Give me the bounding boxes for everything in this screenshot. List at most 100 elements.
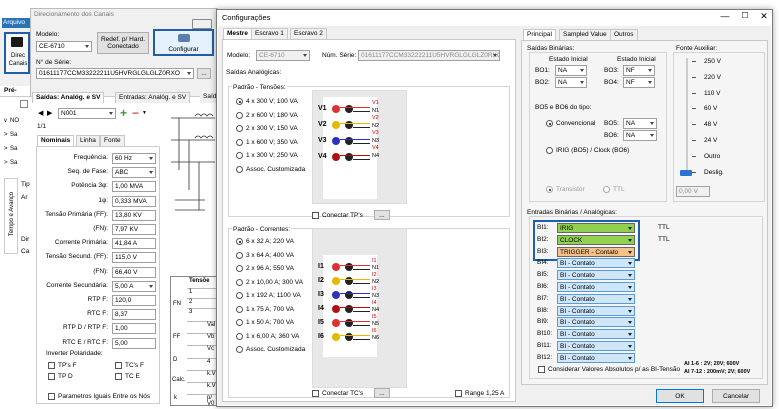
fonte-value-field[interactable]: 0,00 V <box>676 186 710 197</box>
considerar-check[interactable] <box>538 366 545 373</box>
inv-tp-d-check[interactable] <box>48 373 55 380</box>
tensao-option-radio[interactable] <box>236 138 243 146</box>
irig-radio[interactable] <box>546 147 553 154</box>
bi-select[interactable]: IRIG <box>557 223 635 233</box>
tensao-option-radio[interactable] <box>236 98 243 105</box>
bo2-select[interactable]: NA <box>555 77 587 88</box>
tab-saidas[interactable]: Saídas: Analóg. e SV <box>32 92 105 103</box>
add-node-icon[interactable]: + <box>120 106 127 120</box>
bi-select[interactable]: BI - Contato <box>557 341 635 351</box>
bi-select[interactable]: BI - Contato <box>557 317 635 328</box>
cancel-button[interactable]: Cancelar <box>712 389 760 403</box>
maximize-icon[interactable]: ☐ <box>736 9 754 23</box>
range-check[interactable] <box>455 390 462 397</box>
corrente-option-radio[interactable] <box>236 346 243 353</box>
main-serial-select[interactable]: 01611177CCM33222211U5HVRGLGLGLZ0RXO <box>36 68 194 79</box>
conectar-tps-more-button[interactable]: ... <box>374 210 390 220</box>
tab-escravo-2[interactable]: Escravo 2 <box>290 28 327 39</box>
tree-toggle-icon[interactable] <box>20 100 28 108</box>
tab-linha[interactable]: Linha <box>76 135 100 146</box>
field-value[interactable]: 120,0 <box>112 295 156 306</box>
vertical-tab[interactable]: Tempo e Avanço <box>4 178 18 254</box>
tab-nominais[interactable]: Nominais <box>37 135 75 146</box>
field-value[interactable]: 41,84 A <box>112 238 156 250</box>
field-value[interactable]: 66,40 V <box>112 266 156 278</box>
corrente-option-radio[interactable] <box>236 319 243 326</box>
bo1-select[interactable]: NA <box>555 65 587 76</box>
tensao-option-radio[interactable] <box>236 152 243 159</box>
corrente-option-radio[interactable] <box>236 332 243 340</box>
tab-entradas[interactable]: Entradas: Analóg. e SV <box>115 92 191 103</box>
fonte-slider-thumb[interactable] <box>680 170 692 176</box>
bi-select[interactable]: CLOCK <box>557 234 635 245</box>
tab-fonte[interactable]: Fonte <box>100 135 125 146</box>
direc-canais-button[interactable]: Direc Canais <box>4 32 30 74</box>
corrente-option-radio[interactable] <box>236 278 243 286</box>
redef-hard-button[interactable]: Redef. p/ Hard. Conectado <box>97 32 149 54</box>
fonte-slider-track[interactable] <box>686 58 688 176</box>
close-icon[interactable]: ✕ <box>755 9 773 23</box>
corrente-option-radio[interactable] <box>236 292 243 299</box>
tensao-option-radio[interactable] <box>236 111 243 119</box>
main-model-select[interactable]: CE-6710 <box>36 41 92 52</box>
bo4-select[interactable]: NF <box>623 77 655 88</box>
bi-select[interactable]: BI - Contato <box>557 258 635 269</box>
tab-escravo-1[interactable]: Escravo 1 <box>251 28 288 39</box>
field-value[interactable]: 115,0 V <box>112 252 156 264</box>
tensao-option-radio[interactable] <box>236 165 243 173</box>
remove-node-icon[interactable]: − <box>132 106 139 120</box>
transistor-radio[interactable] <box>546 186 553 193</box>
bi-select[interactable]: BI - Contato <box>557 270 635 281</box>
param-iguais-check[interactable] <box>48 393 55 400</box>
bi-select[interactable]: BI - Contato <box>557 282 635 292</box>
remove-dropdown-icon[interactable]: ▼ <box>142 110 147 116</box>
bi-select[interactable]: BI - Contato <box>557 352 635 363</box>
nav-right-icon[interactable]: ▶ <box>47 109 55 117</box>
inv-tc-e-check[interactable] <box>115 373 122 380</box>
field-value[interactable]: 1,00 <box>112 323 156 335</box>
field-value[interactable]: 60 Hz <box>112 153 156 164</box>
inv-tcs-f-check[interactable] <box>115 362 122 369</box>
convencional-radio[interactable] <box>546 120 553 127</box>
conectar-tcs-more-button[interactable]: ... <box>374 388 390 398</box>
corrente-option-radio[interactable] <box>236 251 243 259</box>
corrente-option-radio[interactable] <box>236 305 243 313</box>
bo5-select[interactable]: NA <box>623 118 657 129</box>
inv-tps-f-check[interactable] <box>48 362 55 369</box>
dialog-serial-select[interactable]: 01611177CCM33222211U5HVRGLGLGLZ0RXO <box>358 50 500 61</box>
wire <box>353 311 370 312</box>
field-value[interactable]: 5,00 <box>112 337 156 349</box>
corrente-option-radio[interactable] <box>236 265 243 272</box>
ok-button[interactable]: OK <box>656 389 704 403</box>
bi-select[interactable]: BI - Contato <box>557 329 635 340</box>
dialog-model-select[interactable]: CE-6710 <box>256 50 310 61</box>
field-value[interactable]: 7,97 KV <box>112 224 156 235</box>
conectar-tps-check[interactable] <box>312 212 319 219</box>
tab-principal[interactable]: Principal <box>523 29 556 40</box>
bi-select[interactable]: TRIGGER - Contato <box>557 246 635 257</box>
bi-select[interactable]: BI - Contato <box>557 305 635 316</box>
tab-mestre[interactable]: Mestre <box>223 28 252 39</box>
field-value[interactable]: 13,80 KV <box>112 209 156 221</box>
configurar-button[interactable]: Configurar <box>153 29 214 56</box>
tensao-option-radio[interactable] <box>236 125 243 132</box>
main-serial-more-button[interactable]: ... <box>197 68 211 79</box>
corrente-option-label: 1 x 192 A; 1100 VA <box>246 292 301 299</box>
menu-arquivo[interactable]: Arquivo <box>2 18 30 28</box>
bo6-select[interactable]: NA <box>623 130 657 141</box>
minimize-icon[interactable]: — <box>715 9 735 23</box>
field-value[interactable]: 1,00 MVA <box>112 181 156 193</box>
nav-left-icon[interactable]: ◀ <box>38 109 46 117</box>
tab-sampled-value[interactable]: Sampled Value <box>559 29 611 40</box>
node-select[interactable]: N001 <box>58 108 116 119</box>
ttl-radio[interactable] <box>603 186 610 193</box>
bo3-select[interactable]: NF <box>623 65 655 76</box>
field-value[interactable]: 5,00 A <box>112 280 156 292</box>
corrente-option-radio[interactable] <box>236 238 243 245</box>
field-value[interactable]: ABC <box>112 167 156 179</box>
field-value[interactable]: 8,37 <box>112 309 156 321</box>
tab-outros[interactable]: Outros <box>610 29 638 40</box>
conectar-tcs-check[interactable] <box>312 390 319 397</box>
bi-select[interactable]: BI - Contato <box>557 293 635 304</box>
field-value[interactable]: 0,333 MVA <box>112 195 156 207</box>
